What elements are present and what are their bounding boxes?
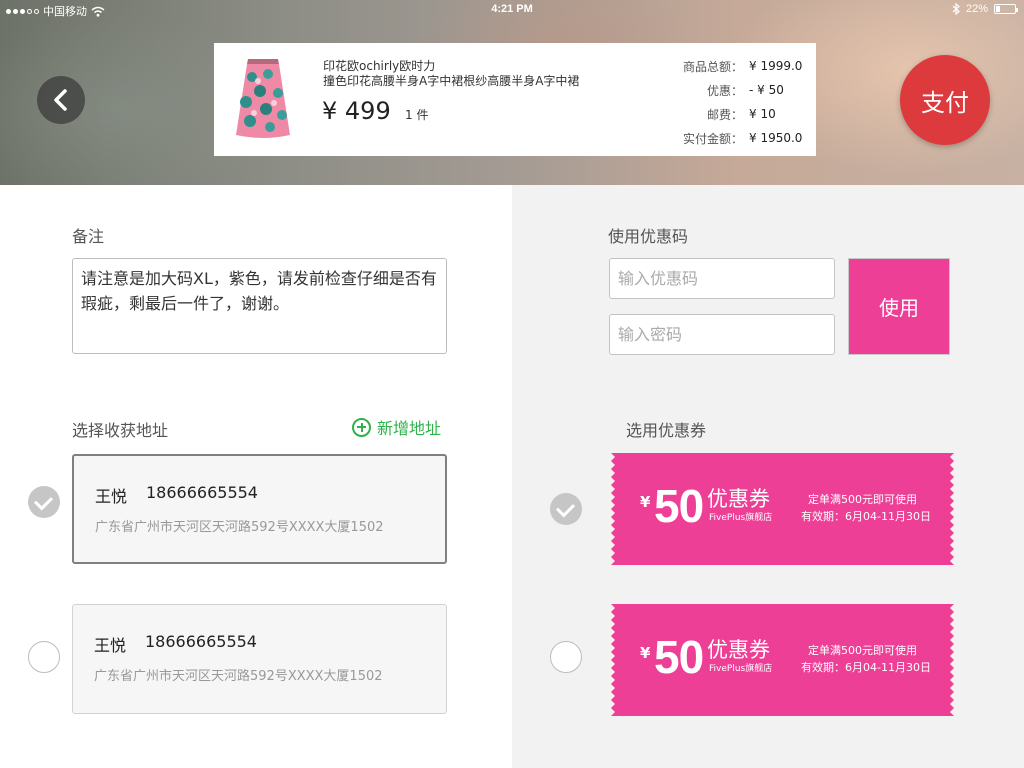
summary-label: 商品总额： [682, 59, 743, 74]
summary-row-discount: 优惠： - ¥ 50 [654, 78, 814, 102]
coupon-section-label: 选用优惠券 [626, 421, 707, 440]
remark-label: 备注 [72, 227, 105, 246]
summary-value: ¥ 10 [749, 107, 776, 121]
battery-icon [994, 4, 1018, 14]
address-detail: 广东省广州市天河区天河路592号XXXX大厦1502 [94, 669, 383, 684]
coupon-shop: FivePlus旗舰店 [709, 513, 773, 523]
address-name: 王悦 [94, 636, 127, 655]
coupon-radio-unselected[interactable] [550, 641, 582, 673]
product-title: 印花欧ochirly欧时力 撞色印花高腰半身A字中裙根纱高腰半身A字中裙 [323, 59, 633, 89]
status-right: 22% [952, 3, 1018, 15]
product-price: ¥ 499 [322, 97, 391, 125]
pay-button[interactable]: 支付 [900, 55, 990, 145]
clock: 4:21 PM [491, 3, 533, 15]
coupon-radio-selected[interactable] [550, 493, 582, 525]
coupon-shop: FivePlus旗舰店 [709, 664, 773, 674]
summary-row-subtotal: 商品总额： ¥ 1999.0 [654, 54, 814, 78]
coupon-card-1[interactable]: ¥ 50 优惠券 FivePlus旗舰店 定单满500元即可使用 有效期：6月0… [611, 453, 954, 565]
summary-value: - ¥ 50 [749, 83, 784, 97]
product-title-line1: 印花欧ochirly欧时力 [323, 59, 436, 73]
plus-circle-icon [352, 417, 371, 437]
coupon-condition: 定单满500元即可使用 [808, 644, 917, 657]
promo-password-input[interactable] [609, 314, 835, 355]
address-phone: 18666665554 [146, 483, 258, 502]
address-phone: 18666665554 [145, 632, 257, 651]
bluetooth-icon [952, 3, 960, 15]
summary-label: 邮费： [706, 107, 743, 122]
promo-code-input[interactable] [609, 258, 835, 299]
coupon-validity: 有效期：6月04-11月30日 [801, 661, 931, 674]
summary-label: 优惠： [706, 83, 743, 98]
address-section-label: 选择收获地址 [72, 421, 169, 440]
coupon-type: 优惠券 [707, 638, 770, 662]
summary-label: 实付金额： [682, 131, 743, 146]
coupon-condition: 定单满500元即可使用 [808, 493, 917, 506]
address-radio-selected[interactable] [28, 486, 60, 518]
promo-code-label: 使用优惠码 [608, 227, 689, 246]
summary-value: ¥ 1999.0 [749, 59, 803, 73]
summary-row-shipping: 邮费： ¥ 10 [654, 102, 814, 126]
product-quantity: 1 件 [405, 108, 429, 122]
address-detail: 广东省广州市天河区天河路592号XXXX大厦1502 [95, 520, 384, 535]
address-card-1[interactable]: 王悦 18666665554 广东省广州市天河区天河路592号XXXX大厦150… [72, 454, 447, 564]
remark-textarea[interactable]: 请注意是加大码XL，紫色，请发前检查仔细是否有瑕疵，剩最后一件了，谢谢。 [72, 258, 447, 354]
coupon-card-2[interactable]: ¥ 50 优惠券 FivePlus旗舰店 定单满500元即可使用 有效期：6月0… [611, 604, 954, 716]
summary-row-total: 实付金额： ¥ 1950.0 [654, 126, 814, 150]
product-title-line2: 撞色印花高腰半身A字中裙根纱高腰半身A字中裙 [323, 74, 580, 88]
product-thumbnail [236, 59, 290, 138]
coupon-validity: 有效期：6月04-11月30日 [801, 510, 931, 523]
coupon-type: 优惠券 [707, 487, 770, 511]
add-address-label: 新增地址 [377, 419, 442, 438]
status-bar: 中国移动 4:21 PM 22% [0, 0, 1024, 20]
coupon-amount: 50 [654, 480, 704, 532]
add-address-button[interactable]: 新增地址 [352, 415, 441, 439]
order-summary-card: 印花欧ochirly欧时力 撞色印花高腰半身A字中裙根纱高腰半身A字中裙 ¥ 4… [214, 43, 816, 156]
address-name: 王悦 [95, 487, 128, 506]
address-card-2[interactable]: 王悦 18666665554 广东省广州市天河区天河路592号XXXX大厦150… [72, 604, 447, 714]
back-button[interactable] [37, 76, 85, 124]
price-summary: 商品总额： ¥ 1999.0 优惠： - ¥ 50 邮费： ¥ 10 实付金额：… [654, 54, 814, 150]
use-code-button[interactable]: 使用 [848, 258, 950, 355]
coupon-currency: ¥ [640, 644, 651, 662]
chevron-left-icon [54, 89, 67, 111]
coupon-currency: ¥ [640, 493, 651, 511]
coupon-amount: 50 [654, 631, 704, 683]
address-radio-unselected[interactable] [28, 641, 60, 673]
battery-percent: 22% [965, 3, 988, 15]
summary-value: ¥ 1950.0 [749, 131, 803, 145]
